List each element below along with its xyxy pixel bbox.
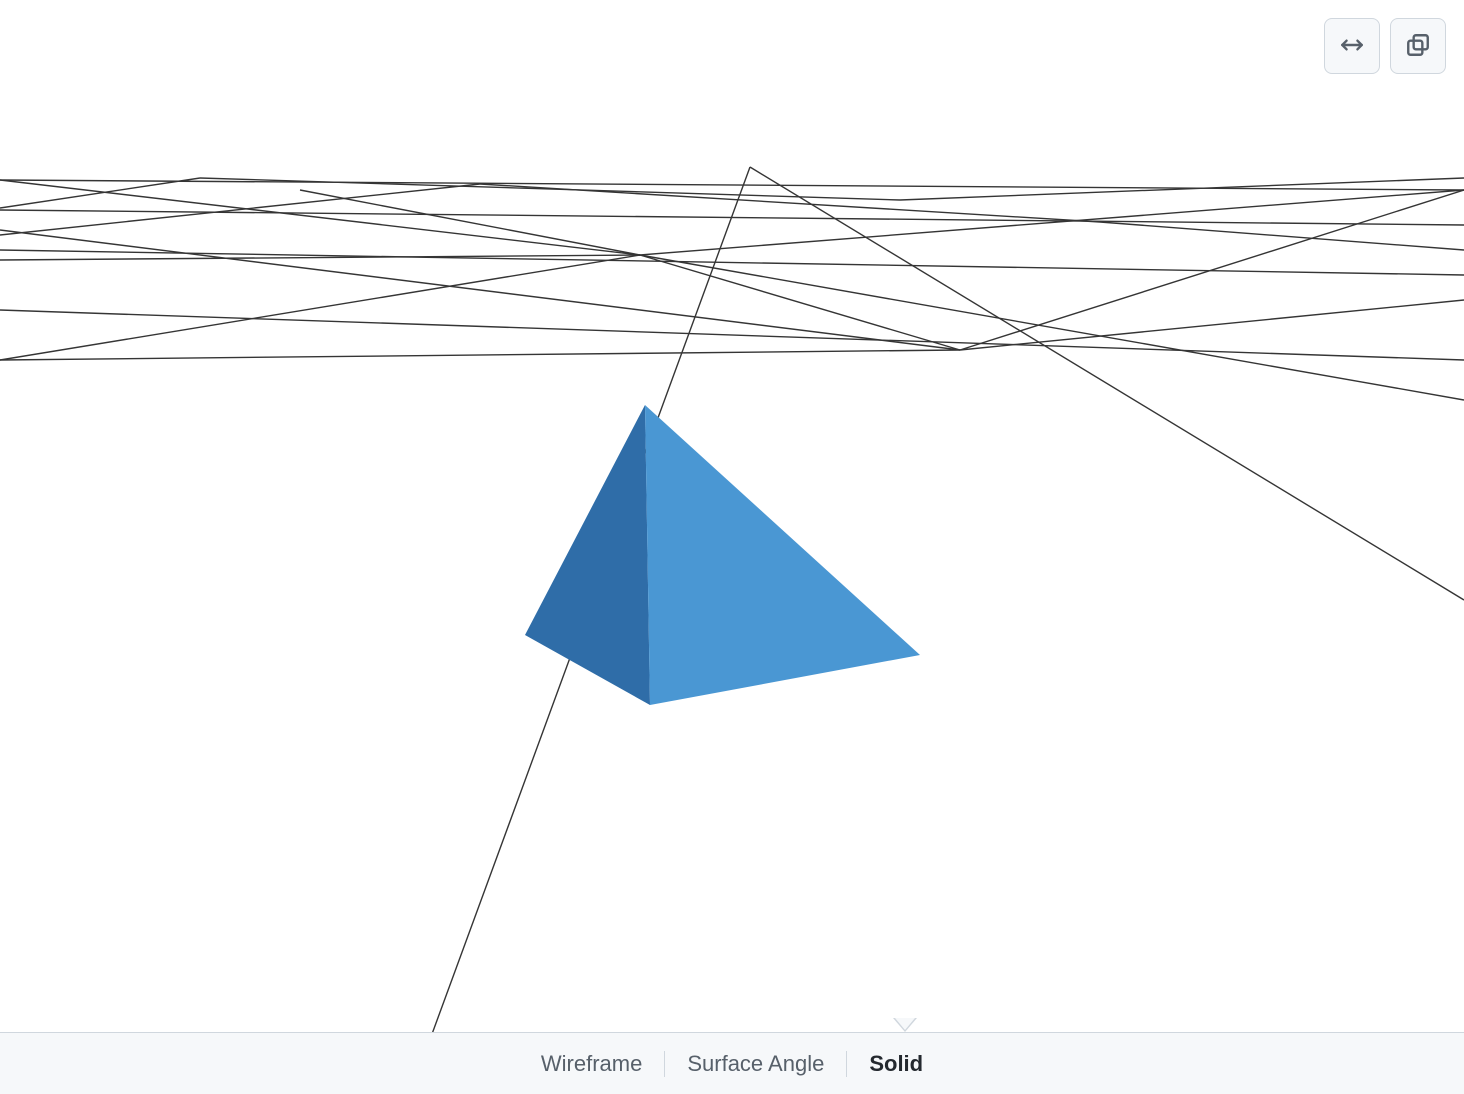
3d-viewer: WireframeSurface AngleSolid — [0, 0, 1464, 1094]
mode-solid[interactable]: Solid — [847, 1051, 945, 1077]
mode-surface-angle[interactable]: Surface Angle — [665, 1051, 846, 1077]
resize-horizontal-icon — [1339, 32, 1365, 61]
render-mode-group: WireframeSurface AngleSolid — [519, 1051, 945, 1077]
copy-icon — [1405, 32, 1431, 61]
model-tetrahedron — [525, 405, 920, 705]
reset-view-button[interactable] — [1324, 18, 1380, 74]
render-mode-bar: WireframeSurface AngleSolid — [0, 1032, 1464, 1094]
scene-svg — [0, 0, 1464, 1094]
mode-wireframe[interactable]: Wireframe — [519, 1051, 664, 1077]
viewport[interactable] — [0, 0, 1464, 1094]
viewer-toolbar — [1324, 18, 1446, 74]
open-external-button[interactable] — [1390, 18, 1446, 74]
